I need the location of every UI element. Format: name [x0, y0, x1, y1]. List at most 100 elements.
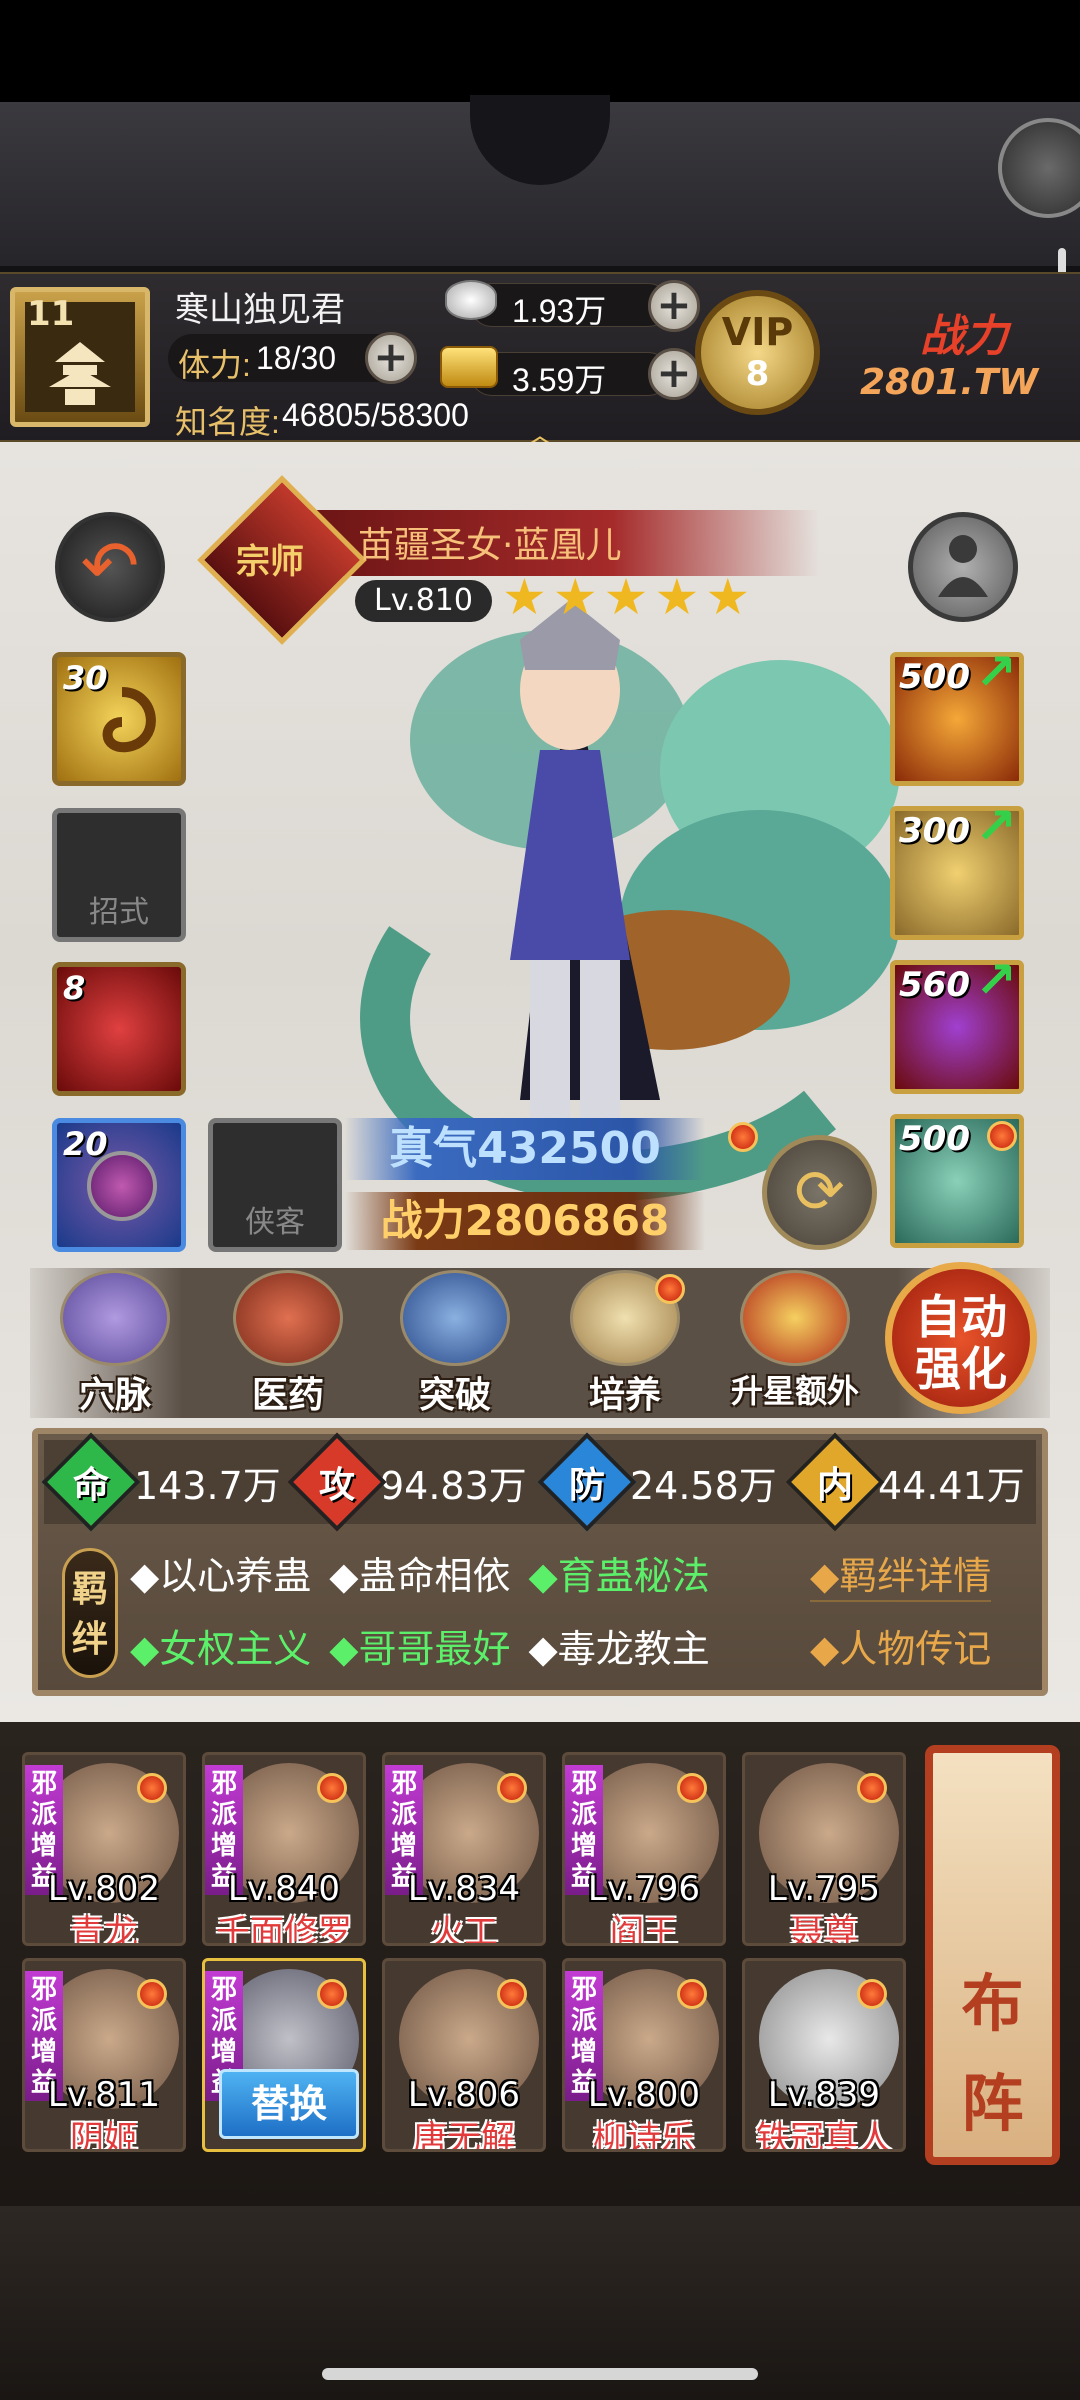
training-button[interactable]: 培养: [565, 1270, 685, 1420]
hero-name: 铁冠真人: [756, 2119, 892, 2152]
hero-name: 阎王: [610, 1913, 678, 1946]
gold-value: 3.59万: [512, 362, 607, 398]
breakthrough-button[interactable]: 突破: [395, 1270, 515, 1420]
stat-value: 24.58万: [630, 1463, 777, 1508]
upgrade-arrow-icon: ↗: [975, 643, 1017, 701]
notification-dot: [137, 1773, 167, 1803]
team-member-card[interactable]: 邪派增益 Lv.834 火工: [382, 1752, 546, 1946]
team-member-card[interactable]: 邪派增益 Lv.800 柳诗乐: [562, 1958, 726, 2152]
bond-item: ◆女权主义: [130, 1627, 312, 1671]
equipment-level: 300: [899, 811, 970, 851]
medicine-button[interactable]: 医药: [228, 1270, 348, 1420]
vip-label: VIP: [721, 310, 794, 354]
function-label: 突破: [418, 1375, 491, 1416]
hero-level: Lv.795: [767, 1869, 881, 1909]
meditate-button[interactable]: [908, 512, 1018, 622]
stamina-label: 体力:: [178, 347, 251, 383]
hero-level: Lv.811: [47, 2075, 161, 2115]
stat-value: 143.7万: [134, 1463, 281, 1508]
team-member-card[interactable]: Lv.806 唐无解: [382, 1958, 546, 2152]
team-member-card[interactable]: 邪派增益 Lv.840 千面修罗: [202, 1752, 366, 1946]
hero-name: 唐无解: [413, 2119, 515, 2152]
hero-name: 阴姬: [70, 2119, 138, 2152]
skill-slot-1[interactable]: 30: [52, 652, 186, 786]
stat-hp: 命 143.7万: [41, 1432, 281, 1532]
equipment-slot-3[interactable]: 560 ↗: [890, 955, 1024, 1094]
equipment-slot-1[interactable]: 500 ↗: [890, 647, 1024, 786]
inner-power-icon: 内: [785, 1432, 885, 1532]
notification-dot: [677, 1979, 707, 2009]
scholar-icon: [400, 1270, 510, 1366]
team-member-card[interactable]: 邪派增益 Lv.811 阴姬: [22, 1958, 186, 2152]
notification-dot: [857, 1773, 887, 1803]
skill-slot-move[interactable]: 招式: [52, 808, 186, 942]
swap-button[interactable]: 替换: [219, 2069, 359, 2139]
hero-name: 聂尊: [790, 1913, 858, 1946]
hero-level: Lv.839: [767, 2075, 881, 2115]
player-avatar[interactable]: 11: [10, 287, 150, 427]
hero-level: Lv.840: [227, 1869, 341, 1909]
team-member-card-selected[interactable]: 邪派增益 替换: [202, 1958, 366, 2152]
skill-level: 8: [63, 969, 86, 1007]
equipment-slot-2[interactable]: 300 ↗: [890, 801, 1024, 940]
swirl-icon: [102, 687, 156, 753]
notification-dot: [857, 1979, 887, 2009]
power-label: 战力: [920, 311, 1008, 362]
swap-hero-button[interactable]: ⟳: [762, 1135, 877, 1250]
back-arrow-icon: ↶: [80, 525, 140, 607]
star-icon: ★: [705, 568, 751, 626]
star-icon: ★: [502, 568, 547, 626]
equipment-level: 500: [899, 657, 970, 697]
formation-label-2: 阵: [961, 2067, 1024, 2140]
team-member-card[interactable]: Lv.839 铁冠真人: [742, 1958, 906, 2152]
home-indicator[interactable]: [322, 2368, 758, 2380]
skill-slot-3[interactable]: 8: [52, 962, 186, 1096]
star-icon: ★: [552, 568, 598, 626]
bond-details-link[interactable]: ◆羁绊详情: [810, 1545, 992, 1602]
hero-level: Lv.800: [587, 2075, 701, 2115]
companion-slot[interactable]: 侠客: [208, 1118, 342, 1252]
hero-power-label: 战力: [380, 1196, 465, 1245]
skill-slot-4[interactable]: 20: [52, 1118, 186, 1252]
star-up-extra-button[interactable]: 升星额外: [720, 1270, 870, 1420]
star-icon: ★: [654, 568, 700, 626]
acupoint-button[interactable]: 穴脉: [55, 1270, 175, 1420]
auto-enhance-line2: 强化: [915, 1342, 1007, 1396]
notification-dot: [137, 1979, 167, 2009]
player-level: 11: [27, 294, 75, 334]
auto-enhance-button[interactable]: 自动 强化: [885, 1262, 1037, 1414]
herb-icon: [233, 1270, 343, 1366]
function-label: 穴脉: [78, 1375, 151, 1416]
meditating-figure-icon: [60, 1270, 170, 1366]
bond-item: ◆育蛊秘法: [528, 1554, 710, 1598]
notification-dot: [497, 1773, 527, 1803]
function-label: 医药: [251, 1375, 324, 1416]
add-gold-button[interactable]: +: [648, 348, 700, 400]
team-member-card[interactable]: 邪派增益 Lv.802 青龙: [22, 1752, 186, 1946]
bond-item: ◆毒龙教主: [528, 1627, 710, 1671]
slot-label: 招式: [89, 895, 149, 930]
team-member-card[interactable]: 邪派增益 Lv.796 阎王: [562, 1752, 726, 1946]
biography-link[interactable]: ◆人物传记: [810, 1618, 991, 1673]
star-icon: ★: [603, 568, 649, 626]
stat-inner: 内 44.41万: [785, 1432, 1025, 1532]
bond-label: 羁绊: [62, 1548, 118, 1678]
equipment-slot-4[interactable]: 500: [890, 1114, 1024, 1248]
slot-label: 侠客: [245, 1205, 305, 1240]
star-rating: ★ ★ ★ ★ ★: [502, 572, 750, 622]
add-stamina-button[interactable]: +: [365, 332, 417, 384]
power-value: 2801.TW: [860, 362, 1039, 403]
vip-badge[interactable]: VIP 8: [695, 290, 820, 415]
hp-icon: 命: [41, 1432, 141, 1532]
hero-power-display: 战力2806868: [345, 1192, 705, 1250]
add-silver-button[interactable]: +: [648, 280, 700, 332]
player-name: 寒山独见君: [175, 291, 345, 329]
back-button[interactable]: ↶: [55, 512, 165, 622]
team-member-card[interactable]: Lv.795 聂尊: [742, 1752, 906, 1946]
hero-power-value: 2806868: [464, 1196, 670, 1245]
hero-level: Lv.834: [407, 1869, 521, 1909]
formation-button[interactable]: 布 阵: [925, 1745, 1060, 2165]
notification-dot: [728, 1122, 758, 1152]
fame-label: 知名度:: [175, 404, 280, 440]
fame-value: 46805/58300: [282, 397, 469, 433]
